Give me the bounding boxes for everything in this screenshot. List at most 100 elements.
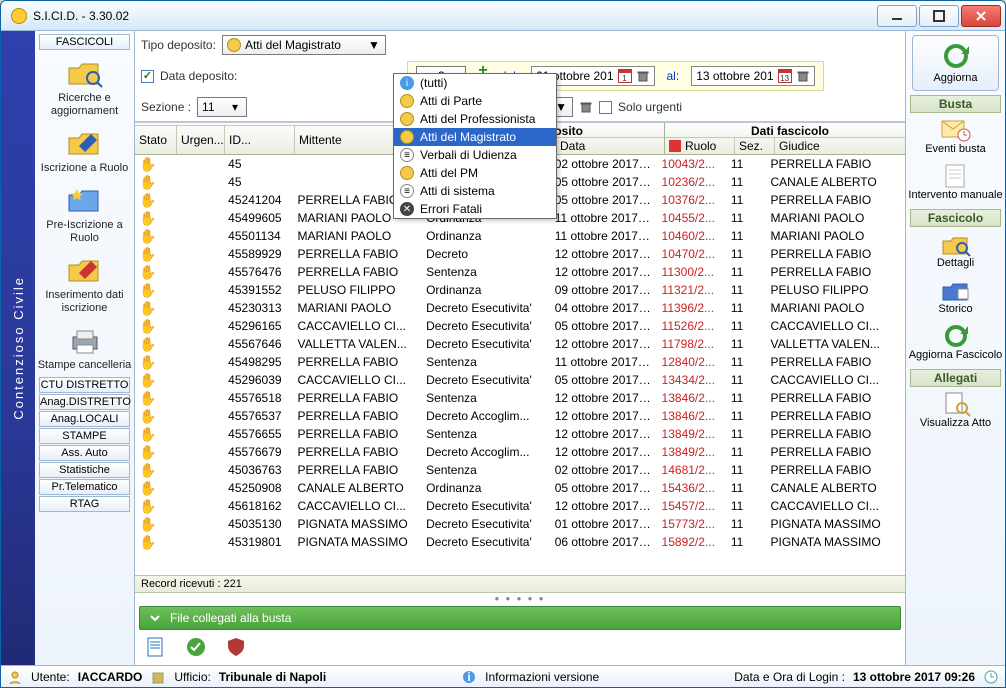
cell-giudice: CANALE ALBERTO	[766, 481, 905, 495]
table-row[interactable]: ✋45576655PERRELLA FABIOSentenza12 ottobr…	[135, 425, 905, 443]
col-sez[interactable]: Sez.	[735, 138, 775, 154]
solo-urgenti-checkbox[interactable]	[599, 101, 612, 114]
table-row[interactable]: ✋45576518PERRELLA FABIOSentenza12 ottobr…	[135, 389, 905, 407]
trash-icon[interactable]	[636, 69, 650, 83]
sidebar-mini-button[interactable]: Ass. Auto	[39, 445, 130, 461]
sidebar-mini-button[interactable]: Anag.DISTRETTO	[39, 394, 130, 410]
tipo-deposito-dropdown[interactable]: i(tutti)Atti di Parte Atti del Profession…	[393, 73, 557, 219]
col-urgenza[interactable]: Urgen...	[177, 126, 225, 154]
sort-icon	[669, 140, 681, 152]
dropdown-item[interactable]: ✕Errori Fatali	[394, 200, 556, 218]
table-row[interactable]: ✋45296165CACCAVIELLO CI...Decreto Esecut…	[135, 317, 905, 335]
table-row[interactable]: ✋45319801PIGNATA MASSIMODecreto Esecutiv…	[135, 533, 905, 551]
sezione-combo[interactable]: 11 ▾	[197, 97, 247, 117]
cell-data: 12 ottobre 2017 1...	[551, 427, 658, 441]
trash-icon[interactable]	[579, 100, 593, 114]
left-category-bar[interactable]: Contenzioso Civile	[1, 31, 35, 665]
shield-icon[interactable]	[225, 636, 247, 661]
filter-panel: Tipo deposito: Atti del Magistrato ▼ Dat…	[135, 31, 905, 122]
col-id[interactable]: ID...	[225, 126, 295, 154]
dropdown-item-label: Atti del Professionista	[420, 112, 535, 126]
dropdown-item[interactable]: ≡Verbali di Udienza	[394, 146, 556, 164]
sidebar-mini-button[interactable]: Statistiche	[39, 462, 130, 478]
cell-stato: ✋	[135, 174, 177, 191]
table-row[interactable]: ✋45576476PERRELLA FABIOSentenza12 ottobr…	[135, 263, 905, 281]
aggiorna-fascicolo-button[interactable]: Aggiorna Fascicolo	[906, 319, 1005, 365]
sidebar-mini-button[interactable]: Pr.Telematico	[39, 479, 130, 495]
table-row[interactable]: ✋45036763PERRELLA FABIOSentenza02 ottobr…	[135, 461, 905, 479]
calendar-icon[interactable]: 13	[778, 69, 792, 83]
data-deposito-checkbox[interactable]	[141, 70, 154, 83]
table-row[interactable]: ✋45576537PERRELLA FABIODecreto Accoglim.…	[135, 407, 905, 425]
col-ruolo[interactable]: Ruolo	[665, 138, 735, 154]
sidebar-item-stampe[interactable]: Stampe cancelleria	[35, 319, 134, 376]
dropdown-item[interactable]: i(tutti)	[394, 74, 556, 92]
sidebar-item-ricerche[interactable]: Ricerche e aggiornament	[35, 52, 134, 122]
cell-id: 45036763	[224, 463, 293, 477]
table-row[interactable]: ✋45250908CANALE ALBERTOOrdinanza05 ottob…	[135, 479, 905, 497]
file-collegati-panel-header[interactable]: File collegati alla busta	[139, 606, 901, 630]
col-data[interactable]: Data	[556, 138, 664, 154]
sidebar-header[interactable]: FASCICOLI	[39, 34, 130, 50]
table-row[interactable]: ✋45230313MARIANI PAOLODecreto Esecutivit…	[135, 299, 905, 317]
info-icon[interactable]: i	[461, 669, 477, 685]
dropdown-item[interactable]: Atti del Professionista	[394, 110, 556, 128]
splitter-handle[interactable]: ● ● ● ● ●	[135, 593, 905, 604]
table-row[interactable]: ✋45567646VALLETTA VALEN...Decreto Esecut…	[135, 335, 905, 353]
title-bar: S.I.CI.D. - 3.30.02	[1, 1, 1005, 31]
table-row[interactable]: ✋45576679PERRELLA FABIODecreto Accoglim.…	[135, 443, 905, 461]
table-row[interactable]: ✋45391552PELUSO FILIPPOOrdinanza09 ottob…	[135, 281, 905, 299]
sidebar-mini-button[interactable]: Anag.LOCALI	[39, 411, 130, 427]
table-row[interactable]: ✋45618162CACCAVIELLO CI...Decreto Esecut…	[135, 497, 905, 515]
cell-atto: Decreto	[422, 247, 551, 261]
dropdown-item-label: (tutti)	[420, 76, 447, 90]
cell-mittente: PERRELLA FABIO	[293, 427, 422, 441]
intervento-manuale-button[interactable]: Intervento manuale	[906, 159, 1005, 205]
dropdown-item[interactable]: ≡Atti di sistema	[394, 182, 556, 200]
hand-icon: ✋	[139, 192, 156, 208]
envelope-clock-icon	[940, 117, 972, 143]
al-date-field[interactable]: 13 ottobre 201 13	[691, 66, 814, 86]
aggiorna-button[interactable]: Aggiorna	[912, 35, 999, 91]
page-icon[interactable]	[145, 636, 167, 661]
dropdown-item[interactable]: Atti del PM	[394, 164, 556, 182]
table-row[interactable]: ✋45501134MARIANI PAOLOOrdinanza11 ottobr…	[135, 227, 905, 245]
button-label: Dettagli	[937, 257, 974, 269]
eventi-busta-button[interactable]: Eventi busta	[906, 113, 1005, 159]
cell-data: 05 ottobre 2017 0...	[551, 175, 658, 189]
solo-urgenti-label: Solo urgenti	[618, 100, 682, 114]
trash-icon[interactable]	[796, 69, 810, 83]
col-giudice[interactable]: Giudice	[775, 138, 905, 154]
table-row[interactable]: ✋45296039CACCAVIELLO CI...Decreto Esecut…	[135, 371, 905, 389]
sidebar-item-iscrizione[interactable]: Iscrizione a Ruolo	[35, 122, 134, 179]
storico-button[interactable]: Storico	[906, 273, 1005, 319]
cell-mittente: PERRELLA FABIO	[293, 391, 422, 405]
sidebar-mini-button[interactable]: STAMPE	[39, 428, 130, 444]
table-row[interactable]: ✋45589929PERRELLA FABIODecreto12 ottobre…	[135, 245, 905, 263]
close-button[interactable]	[961, 5, 1001, 27]
dropdown-item[interactable]: Atti del Magistrato	[394, 128, 556, 146]
col-stato[interactable]: Stato	[135, 126, 177, 154]
dettagli-button[interactable]: Dettagli	[906, 227, 1005, 273]
cell-stato: ✋	[135, 534, 177, 551]
info-versione-link[interactable]: Informazioni versione	[485, 670, 599, 684]
check-icon[interactable]	[185, 636, 207, 661]
visualizza-atto-button[interactable]: Visualizza Atto	[906, 387, 1005, 433]
sidebar-mini-button[interactable]: CTU DISTRETTO	[39, 377, 130, 393]
cell-sez: 11	[727, 319, 767, 333]
sidebar-mini-button[interactable]: RTAG	[39, 496, 130, 512]
maximize-button[interactable]	[919, 5, 959, 27]
button-label: Aggiorna	[933, 72, 977, 84]
hand-icon: ✋	[139, 264, 156, 280]
hand-icon: ✋	[139, 426, 156, 442]
minimize-button[interactable]	[877, 5, 917, 27]
tipo-deposito-combo[interactable]: Atti del Magistrato ▼	[222, 35, 386, 55]
table-row[interactable]: ✋45498295PERRELLA FABIOSentenza11 ottobr…	[135, 353, 905, 371]
sidebar-item-inserimento[interactable]: Inserimento dati iscrizione	[35, 249, 134, 319]
calendar-icon[interactable]: 1	[618, 69, 632, 83]
sidebar-item-preiscrizione[interactable]: Pre-Iscrizione a Ruolo	[35, 179, 134, 249]
ufficio-value: Tribunale di Napoli	[219, 670, 326, 684]
table-row[interactable]: ✋45035130PIGNATA MASSIMODecreto Esecutiv…	[135, 515, 905, 533]
dropdown-item[interactable]: Atti di Parte	[394, 92, 556, 110]
button-label: Intervento manuale	[908, 189, 1002, 201]
